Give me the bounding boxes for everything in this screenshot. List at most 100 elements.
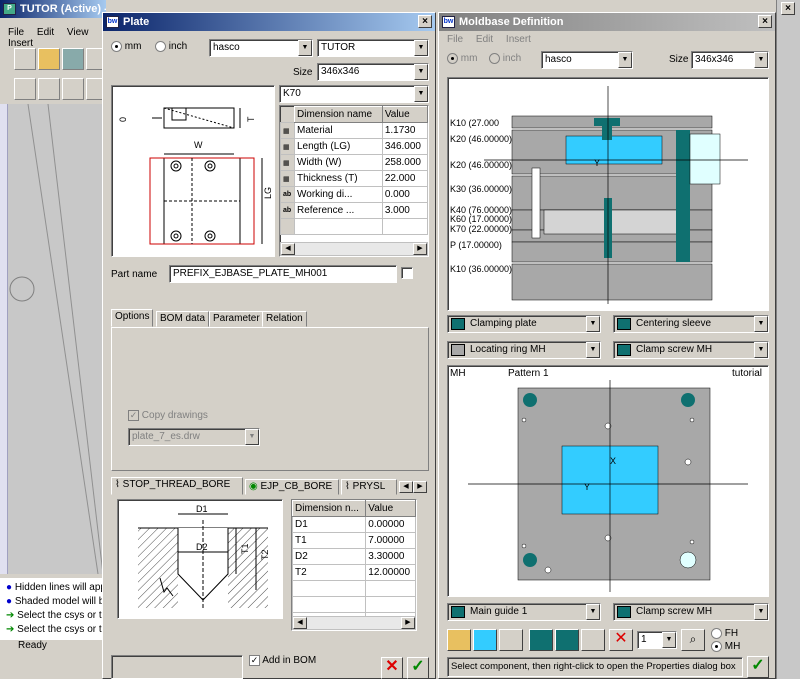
tab-prysl[interactable]: ⌇ PRYSL [341, 479, 397, 495]
moldbase-ok-button[interactable]: ✓ [747, 656, 769, 678]
stack-plates-icon[interactable] [581, 629, 605, 651]
cross-icon: ✕ [385, 658, 399, 675]
grid-plates-icon[interactable] [555, 629, 579, 651]
series-select[interactable]: TUTOR ▼ [317, 39, 429, 57]
moldbase-titlebar[interactable]: bw Moldbase Definition × [439, 13, 775, 31]
unit-mm-radio[interactable]: mm [111, 41, 141, 52]
part-name-input[interactable]: PREFIX_EJBASE_PLATE_MH001 [169, 265, 397, 283]
horizontal-scrollbar[interactable]: ◀ ▶ [292, 616, 416, 630]
moldbase-unit-inch-radio[interactable]: inch [489, 53, 521, 64]
chevron-down-icon: ▼ [586, 604, 600, 620]
section-view[interactable]: Y K10 (27.000 K20 (46.00000) K20 (46.000… [447, 77, 769, 311]
table-row[interactable]: D2 3.30000 [292, 548, 416, 565]
proe-window: P TUTOR (Active) - Pro/ENGINEER File Edi… [0, 0, 108, 679]
scroll-right-icon: ▶ [401, 617, 415, 629]
side-fh-radio[interactable]: FH [711, 628, 738, 639]
moldbase-section-drawing: Y K10 (27.000 K20 (46.00000) K20 (46.000… [450, 86, 748, 304]
col-dimension-name[interactable]: Dimension name [294, 106, 383, 123]
dimension-grid: Dimension name Value ▦ Material 1.1730 ▦ Le… [280, 106, 428, 235]
tab-scroll-right-icon[interactable]: ▶ [413, 481, 427, 493]
tab-bom-data[interactable]: BOM data [156, 311, 210, 327]
table-row[interactable]: ▦ Material 1.1730 [280, 122, 428, 139]
component-clamp-screw-bottom[interactable]: Clamp screw MH ▼ [613, 603, 769, 621]
table-row[interactable]: D1 0.00000 [292, 516, 416, 533]
component-clamping-plate[interactable]: Clamping plate ▼ [447, 315, 601, 333]
proe-menu-file[interactable]: File [8, 27, 24, 38]
tab-relation[interactable]: Relation [262, 311, 307, 327]
top-view[interactable]: MH Pattern 1 tutorial X Y [447, 365, 769, 597]
delete-plate-icon[interactable]: ✕ [609, 629, 633, 651]
component-clamp-screw[interactable]: Clamp screw MH ▼ [613, 341, 769, 359]
proe-menu-view[interactable]: View [67, 27, 89, 38]
component-main-guide[interactable]: Main guide 1 ▼ [447, 603, 601, 621]
lg-label: LG [263, 187, 273, 199]
plate-titlebar[interactable]: bw Plate × [103, 13, 435, 31]
proe-menu-edit[interactable]: Edit [37, 27, 54, 38]
close-icon[interactable]: × [781, 2, 795, 15]
chevron-down-icon: ▼ [414, 40, 428, 56]
eye-icon: ◉ [249, 481, 261, 492]
horizontal-scrollbar[interactable]: ◀ ▶ [280, 242, 428, 256]
view-cube-icon[interactable] [14, 78, 36, 100]
size-select[interactable]: 346x346 ▼ [317, 63, 429, 81]
list-view-icon[interactable] [499, 629, 523, 651]
tab-stop-thread-bore[interactable]: ⌇ STOP_THREAD_BORE [111, 477, 243, 495]
bore-icon: ⌇ [115, 479, 123, 490]
new-file-icon[interactable] [14, 48, 36, 70]
table-row[interactable]: ab Working di... 0.000 [280, 186, 428, 203]
bore-icon: ⌇ [345, 481, 353, 492]
moldbase-menu-edit[interactable]: Edit [476, 34, 493, 45]
single-plate-icon[interactable] [529, 629, 553, 651]
open-folder-icon[interactable] [38, 48, 60, 70]
col-value[interactable]: Value [365, 500, 416, 517]
add-in-bom-checkbox[interactable]: ✓ Add in BOM [249, 655, 316, 666]
view-label-center: Pattern 1 [508, 368, 549, 379]
table-row[interactable]: T2 12.00000 [292, 564, 416, 581]
component-locating-ring[interactable]: Locating ring MH ▼ [447, 341, 601, 359]
table-row[interactable]: ▦ Width (W) 258.000 [280, 154, 428, 171]
tab-scroll-left-icon[interactable]: ◀ [399, 481, 413, 493]
close-icon[interactable]: × [418, 15, 432, 28]
cancel-button[interactable]: ✕ [381, 657, 403, 679]
moldbase-supplier-select[interactable]: hasco ▼ [541, 51, 633, 69]
view-cube-icon-2[interactable] [38, 78, 60, 100]
supplier-select[interactable]: hasco ▼ [209, 39, 313, 57]
unit-inch-radio[interactable]: inch [155, 41, 187, 52]
view-cube-icon-3[interactable] [62, 78, 84, 100]
proe-app-icon: P [3, 3, 16, 15]
component-centering-sleeve[interactable]: Centering sleeve ▼ [613, 315, 769, 333]
table-row[interactable]: ab Reference ... 3.000 [280, 202, 428, 219]
table-row [292, 596, 416, 613]
close-icon[interactable]: × [758, 15, 772, 28]
plate-type-select[interactable]: K70 ▼ [279, 85, 429, 103]
moldbase-unit-mm-radio[interactable]: mm [447, 53, 477, 64]
pattern-spinner[interactable]: 1 ▼ [637, 631, 677, 649]
save-icon[interactable] [62, 48, 84, 70]
chevron-down-icon: ▼ [618, 52, 632, 68]
moldbase-size-select[interactable]: 346x346 ▼ [691, 51, 769, 69]
ok-button[interactable]: ✓ [407, 657, 429, 679]
open-catalog-icon[interactable] [447, 629, 471, 651]
plate-label: K10 (36.00000) [450, 264, 512, 274]
save-catalog-icon[interactable] [473, 629, 497, 651]
copy-drawings-checkbox[interactable]: ✓ Copy drawings [128, 410, 208, 421]
table-row[interactable]: ▦ Length (LG) 346.000 [280, 138, 428, 155]
message-line: ● Shaded model will b [6, 596, 105, 607]
chevron-down-icon: ▼ [298, 40, 312, 56]
side-mh-radio[interactable]: MH [711, 641, 740, 652]
table-row[interactable]: T1 7.00000 [292, 532, 416, 549]
chevron-down-icon: ▼ [754, 52, 768, 68]
plate-drawing: 0 T W LG [111, 85, 275, 257]
tab-ejp-cb-bore[interactable]: ◉ EJP_CB_BORE [245, 479, 339, 495]
drawing-select[interactable]: plate_7_es.drw ▼ [128, 428, 260, 446]
part-name-checkbox[interactable] [401, 267, 413, 279]
moldbase-menubar: File Edit Insert [447, 34, 541, 45]
table-row[interactable]: ▦ Thickness (T) 22.000 [280, 170, 428, 187]
col-dimension-name[interactable]: Dimension n... [292, 500, 367, 517]
col-value[interactable]: Value [381, 106, 428, 123]
moldbase-menu-insert[interactable]: Insert [506, 34, 531, 45]
tab-options[interactable]: Options [111, 309, 154, 327]
zoom-icon[interactable]: ⌕ [681, 629, 705, 651]
moldbase-menu-file[interactable]: File [447, 34, 463, 45]
tab-parameter[interactable]: Parameter [209, 311, 264, 327]
